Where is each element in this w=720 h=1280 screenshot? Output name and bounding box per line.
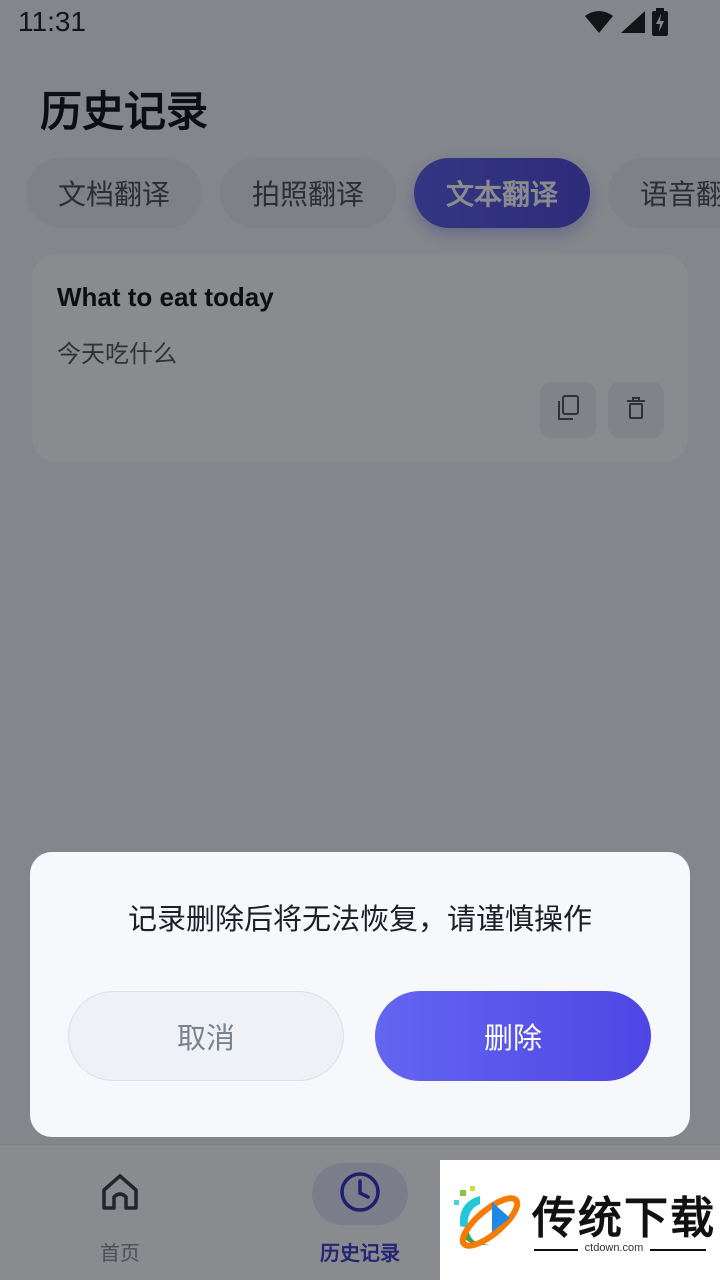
watermark-divider-left: [534, 1249, 578, 1251]
watermark-title: 传统下载: [532, 1193, 716, 1244]
cancel-button[interactable]: 取消: [68, 991, 344, 1081]
watermark-subtitle: ctdown.com: [584, 1242, 644, 1254]
site-watermark: 传统下载 ctdown.com: [440, 1160, 720, 1280]
delete-confirm-dialog: 记录删除后将无法恢复，请谨慎操作 取消 删除: [30, 852, 690, 1137]
history-screen: 11:31 历史记录 文档翻译 拍照翻译 文本翻译 语音翻译 What to e…: [0, 0, 720, 1280]
confirm-delete-button[interactable]: 删除: [375, 991, 651, 1081]
watermark-divider-right: [650, 1249, 706, 1251]
dialog-message: 记录删除后将无法恢复，请谨慎操作: [127, 902, 592, 936]
watermark-logo-icon: [450, 1182, 526, 1262]
